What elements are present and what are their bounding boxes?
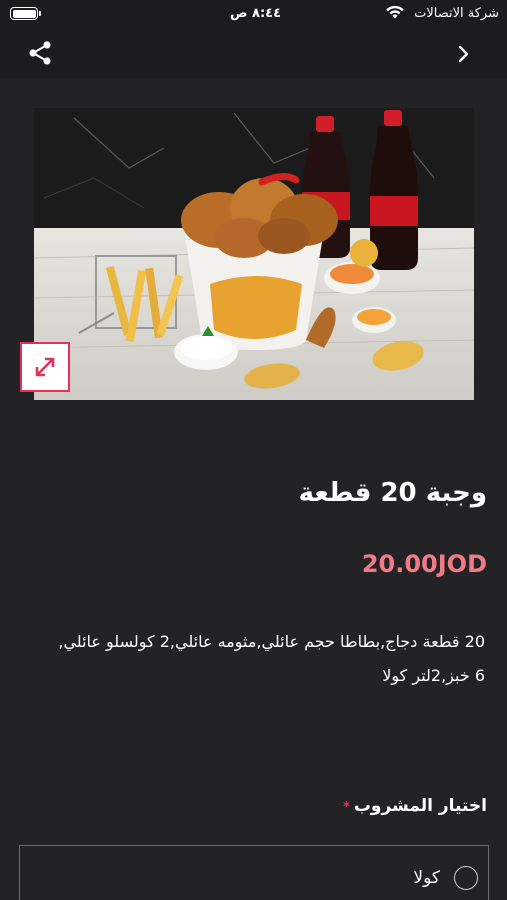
product-title: وجبة 20 قطعة <box>298 478 487 508</box>
required-mark: * <box>343 800 350 815</box>
drink-options-box: كولا <box>19 845 489 900</box>
drink-option-cola[interactable]: كولا <box>413 866 478 890</box>
product-image <box>34 108 474 400</box>
product-description: 20 قطعة دجاج,بطاطا حجم عائلي,مثومه عائلي… <box>58 632 485 685</box>
drink-option-label: كولا <box>413 868 440 888</box>
battery-icon <box>10 7 41 20</box>
drink-choice-label: اختيار المشروب* <box>343 796 487 816</box>
carrier-name: شركة الاتصالات <box>414 6 499 21</box>
radio-button[interactable] <box>454 866 478 890</box>
expand-arrows-icon <box>35 357 55 377</box>
status-bar: ٨:٤٤ ص شركة الاتصالات <box>0 0 507 30</box>
status-time: ٨:٤٤ ص <box>230 6 282 21</box>
nav-bar <box>0 30 507 78</box>
chevron-right-icon[interactable] <box>457 44 471 64</box>
product-price: 20.00JOD <box>361 550 487 578</box>
drink-choice-label-text: اختيار المشروب <box>353 796 487 816</box>
expand-image-button[interactable] <box>20 342 70 392</box>
share-icon[interactable] <box>27 40 53 66</box>
wifi-icon <box>386 5 404 19</box>
